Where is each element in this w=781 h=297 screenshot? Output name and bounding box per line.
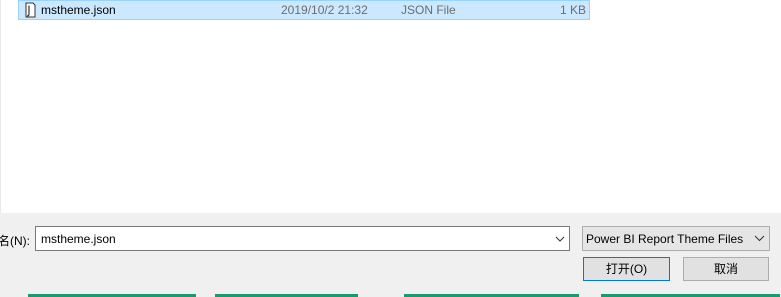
dialog-bottom-panel: 名(N): mstheme.json Power BI Report Theme… [0,213,781,297]
file-row-selected[interactable]: mstheme.json 2019/10/2 21:32 JSON File 1… [18,0,590,20]
file-date: 2019/10/2 21:32 [281,3,368,17]
cancel-button[interactable]: 取消 [683,257,769,281]
filename-value: mstheme.json [41,232,116,246]
open-button[interactable]: 打开(O) [583,257,670,281]
filetype-value: Power BI Report Theme Files [586,232,744,246]
filename-input[interactable]: mstheme.json [35,226,570,251]
json-file-icon [23,2,37,18]
file-list: mstheme.json 2019/10/2 21:32 JSON File 1… [0,0,781,213]
filetype-select[interactable]: Power BI Report Theme Files [582,226,770,251]
chevron-down-icon[interactable] [555,233,565,243]
chevron-down-icon [754,235,765,242]
file-type: JSON File [401,3,456,17]
filename-label: 名(N): [0,234,30,248]
file-size: 1 KB [559,3,586,17]
file-open-dialog: mstheme.json 2019/10/2 21:32 JSON File 1… [0,0,781,297]
file-name: mstheme.json [41,3,116,17]
left-divider [0,0,1,213]
filetype-dropdown-toggle[interactable] [751,227,769,250]
